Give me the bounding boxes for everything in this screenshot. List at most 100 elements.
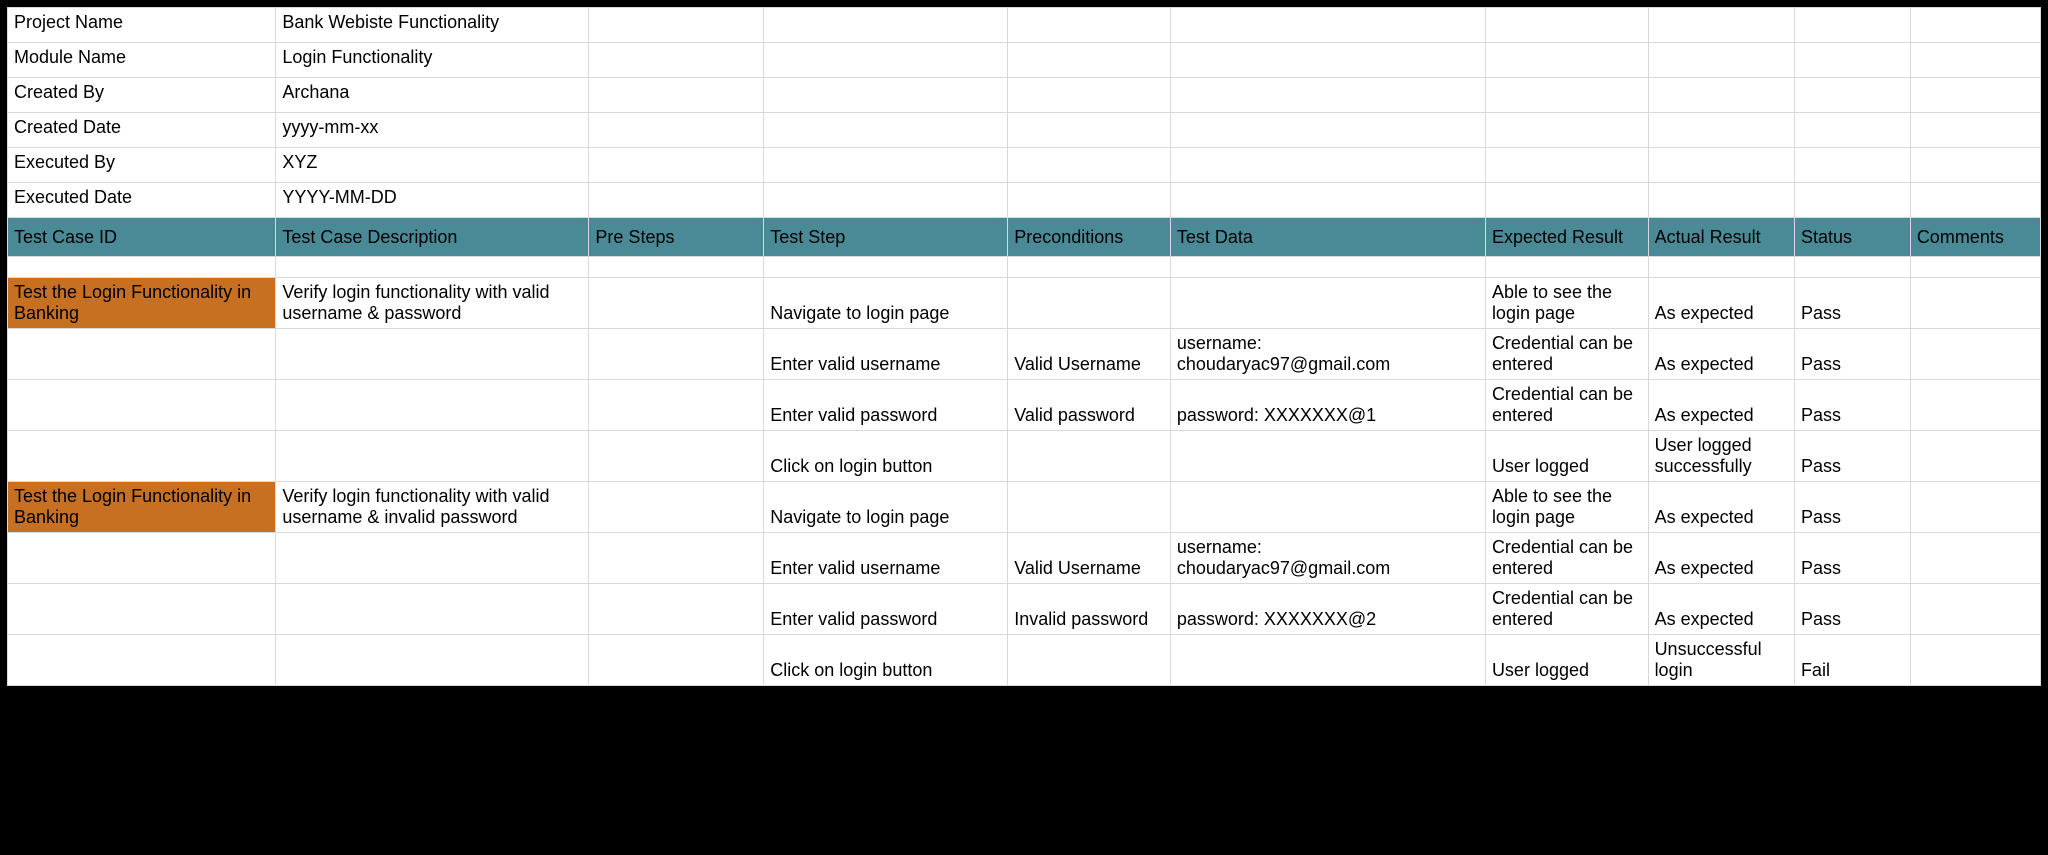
empty-cell[interactable]	[1485, 257, 1648, 278]
test-case-id-cell[interactable]: Test the Login Functionality in Banking	[8, 278, 276, 329]
expected-result-cell[interactable]: Credential can be entered	[1485, 584, 1648, 635]
pre-steps-cell[interactable]	[589, 278, 764, 329]
meta-value-cell[interactable]: Archana	[276, 78, 589, 113]
empty-cell[interactable]	[1910, 113, 2040, 148]
comments-cell[interactable]	[1910, 329, 2040, 380]
empty-cell[interactable]	[1910, 183, 2040, 218]
column-header-cell[interactable]: Test Step	[764, 218, 1008, 257]
expected-result-cell[interactable]: Able to see the login page	[1485, 278, 1648, 329]
empty-cell[interactable]	[1008, 78, 1171, 113]
test-step-cell[interactable]: Click on login button	[764, 635, 1008, 686]
empty-cell[interactable]	[589, 8, 764, 43]
meta-label-cell[interactable]: Created By	[8, 78, 276, 113]
pre-steps-cell[interactable]	[589, 482, 764, 533]
preconditions-cell[interactable]: Invalid password	[1008, 584, 1171, 635]
actual-result-cell[interactable]: User logged successfully	[1648, 431, 1794, 482]
empty-cell[interactable]	[1910, 148, 2040, 183]
expected-result-cell[interactable]: User logged	[1485, 635, 1648, 686]
empty-cell[interactable]	[276, 257, 589, 278]
empty-cell[interactable]	[1170, 113, 1485, 148]
test-data-cell[interactable]	[1170, 278, 1485, 329]
comments-cell[interactable]	[1910, 584, 2040, 635]
meta-value-cell[interactable]: Bank Webiste Functionality	[276, 8, 589, 43]
empty-cell[interactable]	[1008, 148, 1171, 183]
empty-cell[interactable]	[1648, 78, 1794, 113]
test-data-cell[interactable]	[1170, 482, 1485, 533]
status-cell[interactable]: Pass	[1794, 482, 1910, 533]
empty-cell[interactable]	[1485, 8, 1648, 43]
empty-cell[interactable]	[1910, 257, 2040, 278]
description-cell[interactable]: Verify login functionality with valid us…	[276, 482, 589, 533]
comments-cell[interactable]	[1910, 278, 2040, 329]
empty-cell[interactable]	[1648, 113, 1794, 148]
test-data-cell[interactable]: password: XXXXXXX@2	[1170, 584, 1485, 635]
empty-cell[interactable]	[1008, 183, 1171, 218]
actual-result-cell[interactable]: As expected	[1648, 533, 1794, 584]
test-step-cell[interactable]: Enter valid password	[764, 380, 1008, 431]
meta-label-cell[interactable]: Created Date	[8, 113, 276, 148]
meta-label-cell[interactable]: Module Name	[8, 43, 276, 78]
preconditions-cell[interactable]: Valid password	[1008, 380, 1171, 431]
test-step-cell[interactable]: Enter valid username	[764, 329, 1008, 380]
test-step-cell[interactable]: Navigate to login page	[764, 482, 1008, 533]
empty-cell[interactable]	[1008, 43, 1171, 78]
empty-cell[interactable]	[1485, 113, 1648, 148]
empty-cell[interactable]	[764, 78, 1008, 113]
pre-steps-cell[interactable]	[589, 380, 764, 431]
meta-label-cell[interactable]: Project Name	[8, 8, 276, 43]
empty-cell[interactable]	[8, 257, 276, 278]
test-step-cell[interactable]: Enter valid username	[764, 533, 1008, 584]
empty-cell[interactable]	[1008, 257, 1171, 278]
pre-steps-cell[interactable]	[589, 329, 764, 380]
expected-result-cell[interactable]: Credential can be entered	[1485, 329, 1648, 380]
empty-cell[interactable]	[764, 8, 1008, 43]
comments-cell[interactable]	[1910, 533, 2040, 584]
meta-label-cell[interactable]: Executed By	[8, 148, 276, 183]
pre-steps-cell[interactable]	[589, 584, 764, 635]
test-data-cell[interactable]: password: XXXXXXX@1	[1170, 380, 1485, 431]
empty-cell[interactable]	[1794, 8, 1910, 43]
empty-cell[interactable]	[589, 78, 764, 113]
empty-cell[interactable]	[764, 257, 1008, 278]
actual-result-cell[interactable]: As expected	[1648, 329, 1794, 380]
pre-steps-cell[interactable]	[589, 533, 764, 584]
preconditions-cell[interactable]	[1008, 482, 1171, 533]
empty-cell[interactable]	[1485, 78, 1648, 113]
empty-cell[interactable]	[1910, 43, 2040, 78]
empty-cell[interactable]	[1794, 113, 1910, 148]
meta-value-cell[interactable]: Login Functionality	[276, 43, 589, 78]
actual-result-cell[interactable]: As expected	[1648, 584, 1794, 635]
status-cell[interactable]: Pass	[1794, 533, 1910, 584]
status-cell[interactable]: Fail	[1794, 635, 1910, 686]
empty-cell[interactable]	[589, 113, 764, 148]
test-case-id-cell[interactable]	[8, 329, 276, 380]
description-cell[interactable]	[276, 533, 589, 584]
empty-cell[interactable]	[764, 113, 1008, 148]
test-case-id-cell[interactable]	[8, 431, 276, 482]
empty-cell[interactable]	[764, 43, 1008, 78]
description-cell[interactable]	[276, 329, 589, 380]
description-cell[interactable]	[276, 431, 589, 482]
empty-cell[interactable]	[1794, 78, 1910, 113]
test-case-id-cell[interactable]	[8, 635, 276, 686]
empty-cell[interactable]	[1648, 183, 1794, 218]
empty-cell[interactable]	[1170, 148, 1485, 183]
empty-cell[interactable]	[589, 257, 764, 278]
empty-cell[interactable]	[1794, 183, 1910, 218]
test-case-id-cell[interactable]	[8, 584, 276, 635]
empty-cell[interactable]	[589, 183, 764, 218]
status-cell[interactable]: Pass	[1794, 329, 1910, 380]
test-case-id-cell[interactable]	[8, 533, 276, 584]
pre-steps-cell[interactable]	[589, 431, 764, 482]
empty-cell[interactable]	[1794, 257, 1910, 278]
test-step-cell[interactable]: Enter valid password	[764, 584, 1008, 635]
status-cell[interactable]: Pass	[1794, 584, 1910, 635]
column-header-cell[interactable]: Test Data	[1170, 218, 1485, 257]
empty-cell[interactable]	[1170, 43, 1485, 78]
meta-label-cell[interactable]: Executed Date	[8, 183, 276, 218]
test-step-cell[interactable]: Click on login button	[764, 431, 1008, 482]
test-data-cell[interactable]	[1170, 635, 1485, 686]
test-case-id-cell[interactable]: Test the Login Functionality in Banking	[8, 482, 276, 533]
expected-result-cell[interactable]: Credential can be entered	[1485, 380, 1648, 431]
empty-cell[interactable]	[1170, 183, 1485, 218]
